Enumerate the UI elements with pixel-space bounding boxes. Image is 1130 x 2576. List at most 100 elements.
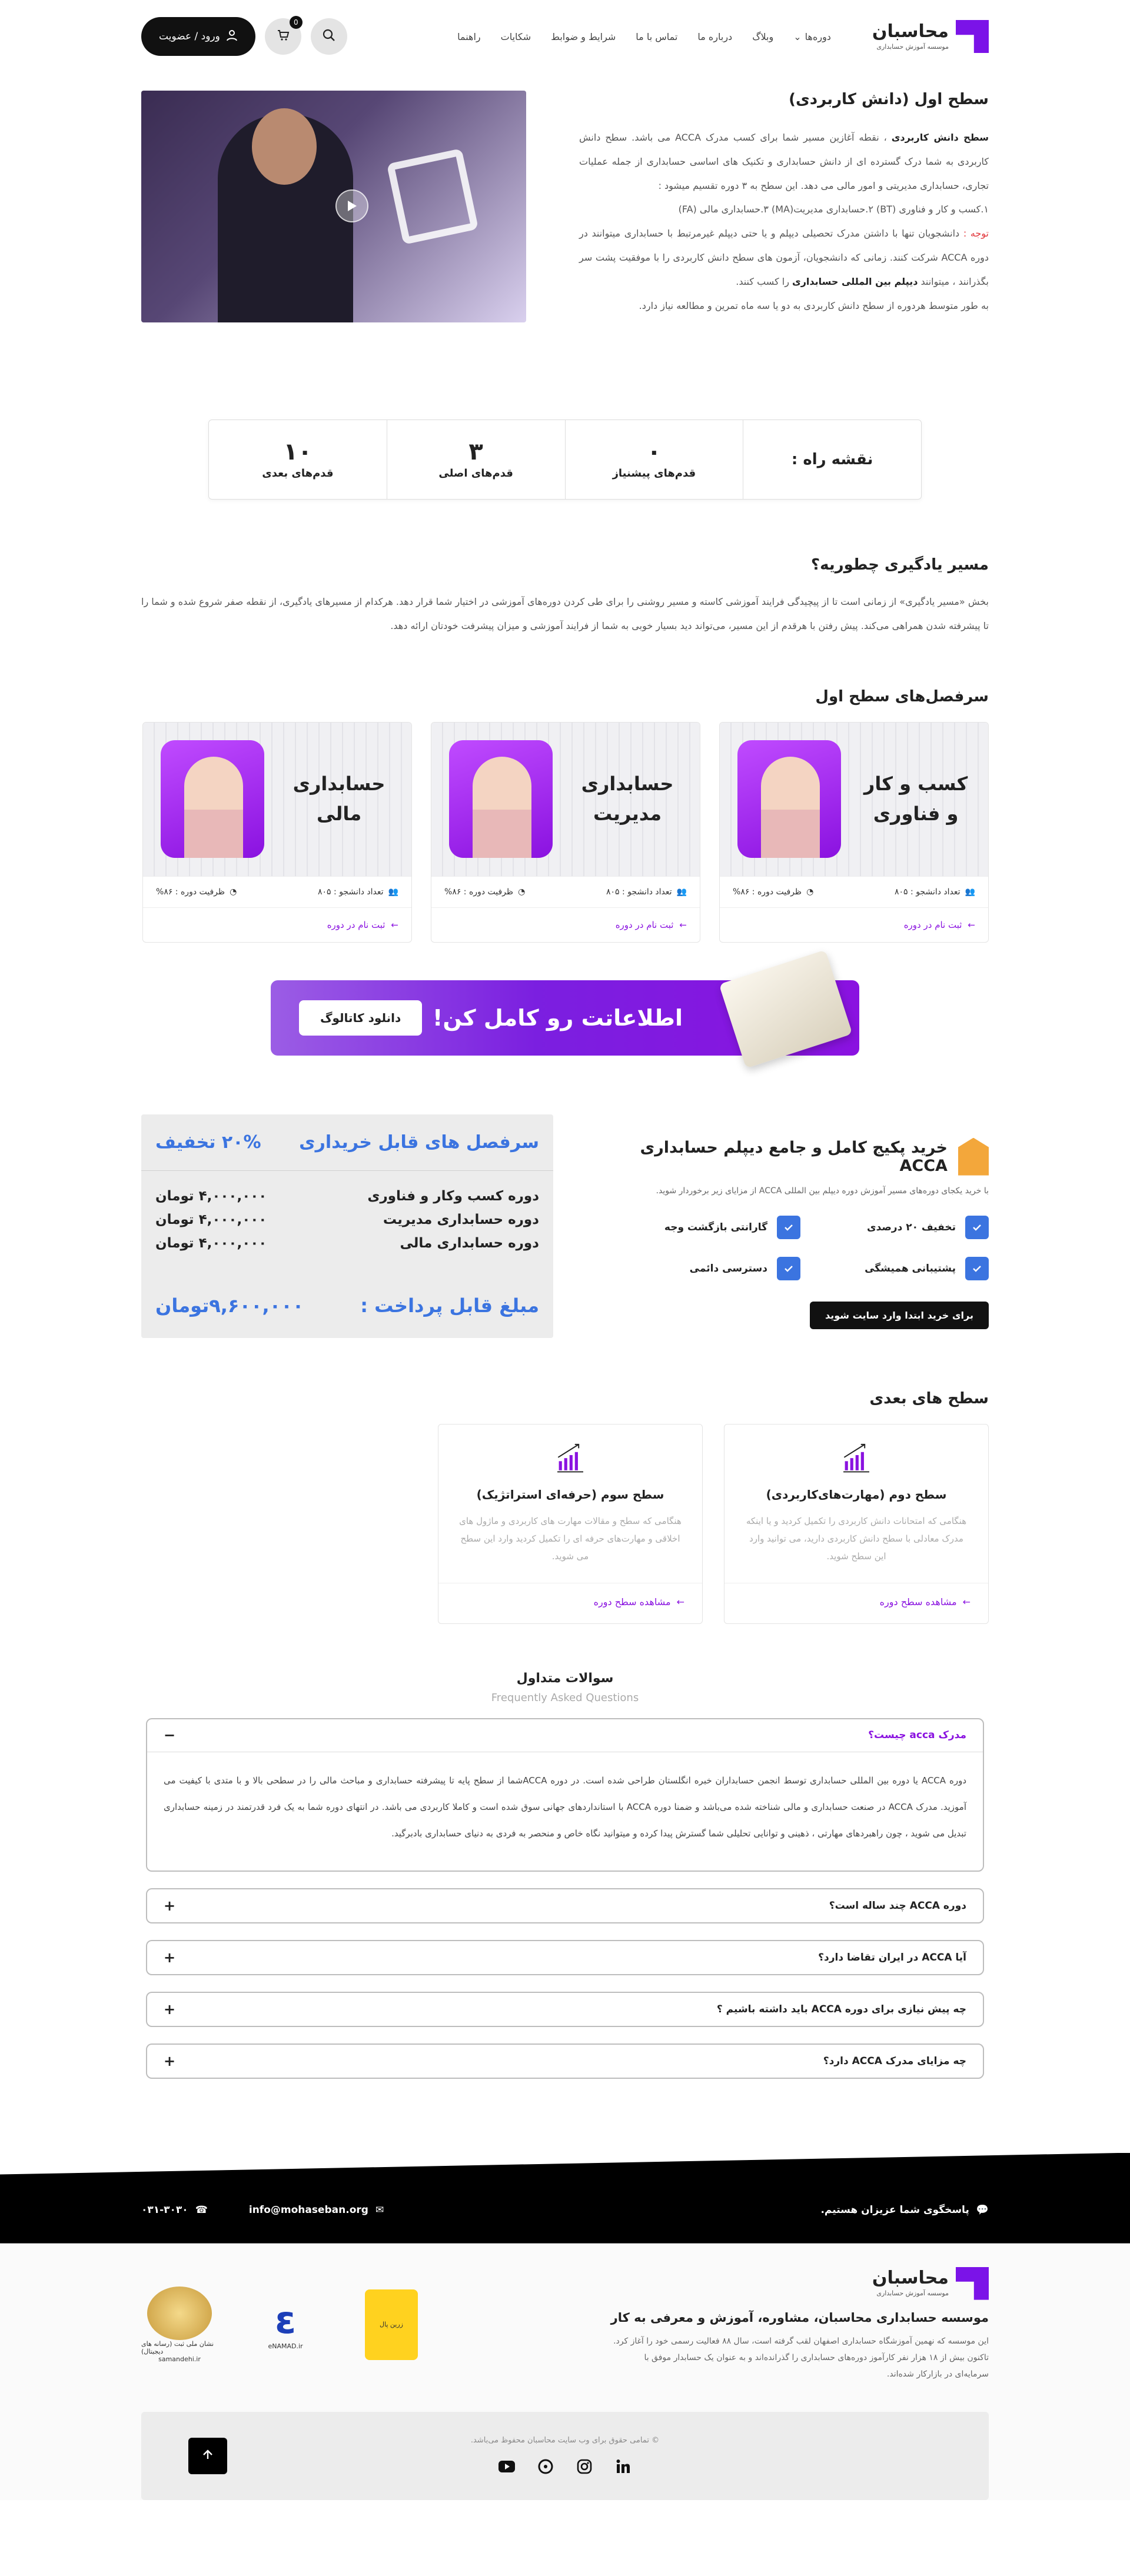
enamad-badge[interactable]: ε eNAMAD.ir	[247, 2287, 324, 2363]
roadmap-step-count: ۱۰	[283, 438, 313, 465]
price-card-title: سرفصل های قابل خریداری	[299, 1131, 539, 1153]
instructor-photo	[449, 740, 553, 858]
shield-check-icon	[777, 1256, 800, 1280]
course-image: حسابداری مدیریت	[431, 722, 700, 877]
package-feature: دسترسی دائمی	[612, 1256, 800, 1280]
progress-circle-icon: ◔	[518, 887, 526, 897]
logo-title: محاسبان	[872, 21, 949, 42]
logo-subtitle: موسسه آموزش حسابداری	[876, 2289, 949, 2298]
logo-mark-icon	[956, 2267, 989, 2300]
email-link[interactable]: ✉ info@mohaseban.org	[249, 2204, 384, 2216]
nav-terms[interactable]: شرایط و ضوابط	[551, 31, 616, 42]
download-catalog-button[interactable]: دانلود کاتالوگ	[299, 1000, 423, 1036]
buy-package-button[interactable]: برای خرید ابتدا وارد سایت شوید	[810, 1301, 989, 1329]
next-levels-section: سطح های بعدی سطح دوم (مهارت‌های‌کاربردی)…	[141, 1390, 989, 1624]
faq-item: آیا ACCA در ایران تقاضا دارد؟ +	[146, 1939, 984, 1975]
faq-item: دوره ACCA چند ساله است؟ +	[146, 1888, 984, 1923]
shield-check-icon	[965, 1256, 989, 1280]
learning-path-title: مسیر یادگیری چطوریه؟	[811, 556, 989, 574]
login-button[interactable]: ورود / عضویت	[141, 17, 255, 56]
roadmap-step-count: ۰	[647, 438, 662, 465]
faq-item: چه پیش نیازی برای دوره ACCA باید داشته ب…	[146, 1991, 984, 2027]
nav-help[interactable]: راهنما	[457, 31, 481, 42]
roadmap-step-label: قدم‌های پیشنیاز	[612, 467, 696, 480]
course-register-link[interactable]: ← ثبت نام در دوره	[143, 908, 411, 942]
play-icon[interactable]	[335, 189, 368, 222]
course-name: حسابداری مدیریت	[581, 772, 674, 826]
email-icon: ✉	[375, 2204, 384, 2216]
growth-chart-icon	[557, 1443, 583, 1472]
back-to-top-button[interactable]	[188, 2437, 227, 2474]
footer-logo[interactable]: محاسبان موسسه آموزش حسابداری	[611, 2267, 989, 2300]
search-icon	[323, 29, 335, 44]
shield-check-icon	[965, 1215, 989, 1239]
price-tag-icon	[958, 1137, 989, 1176]
footer-about-text: این موسسه که نهمین آموزشگاه حسابداری اصف…	[613, 2336, 989, 2379]
site-logo[interactable]: محاسبان موسسه آموزش حسابداری	[872, 20, 989, 53]
course-capacity: ◔ ظرفیت دوره : ۸۶%	[444, 887, 526, 897]
course-register-link[interactable]: ← ثبت نام در دوره	[720, 908, 988, 942]
phone-link[interactable]: ☎ ۰۳۱-۳۰۳۰	[141, 2204, 208, 2216]
course-students: 👥 تعداد دانشجو : ۸۰۵	[606, 887, 687, 897]
course-card[interactable]: حسابداری مدیریت 👥 تعداد دانشجو : ۸۰۵ ◔ ظرف…	[431, 721, 700, 943]
level-card-desc: هنگامی که امتحانات دانش کاربردی را تکمیل…	[746, 1515, 967, 1562]
logo-title: محاسبان	[872, 2268, 949, 2289]
roadmap-title-cell: نقشه راه :	[743, 420, 921, 499]
support-message: 💬 پاسخگوی شما عزیزان هستیم.	[820, 2204, 989, 2216]
course-card[interactable]: کسب و کار و فناوری 👥 تعداد دانشجو : ۸۰۵ ◔…	[719, 721, 989, 943]
course-students: 👥 تعداد دانشجو : ۸۰۵	[895, 887, 975, 897]
arrow-left-icon: ←	[962, 1596, 971, 1607]
zarinpal-logo-icon: زرین پال	[365, 2289, 418, 2360]
nav-contact[interactable]: تماس با ما	[636, 31, 677, 42]
price-card: سرفصل های قابل خریداری ۲۰% تخفیف دوره کس…	[141, 1114, 553, 1338]
arrow-left-icon: ←	[676, 1596, 684, 1607]
faq-question[interactable]: آیا ACCA در ایران تقاضا دارد؟ +	[147, 1941, 983, 1974]
aparat-icon[interactable]	[537, 2458, 554, 2475]
faq-subtitle: Frequently Asked Questions	[491, 1691, 639, 1704]
roadmap-step-count: ۳	[468, 438, 483, 465]
package-feature: تخفیف ۲۰ درصدی	[800, 1215, 989, 1239]
discount-label: ۲۰% تخفیف	[155, 1131, 261, 1153]
course-register-link[interactable]: ← ثبت نام در دوره	[431, 908, 700, 942]
package-subtitle: با خرید یکجای دوره‌های مسیر آموزش دوره د…	[656, 1186, 989, 1196]
level-title: سطح اول (دانش کاربردی)	[789, 91, 989, 108]
roadmap-step: ۰ قدم‌های پیشنیاز	[564, 420, 743, 499]
faq-item: چه مزایای مدرک ACCA دارد؟ +	[146, 2043, 984, 2079]
cart-button[interactable]: 0	[264, 16, 303, 55]
samandehi-logo-icon	[147, 2286, 212, 2340]
faq-question[interactable]: مدرک acca چیست؟ −	[147, 1719, 983, 1752]
linkedin-icon[interactable]	[614, 2458, 632, 2475]
course-capacity: ◔ ظرفیت دوره : ۸۶%	[733, 887, 814, 897]
zarinpal-badge[interactable]: زرین پال	[353, 2287, 430, 2363]
faq-section: سوالات متداول Frequently Asked Questions…	[141, 1671, 989, 2079]
faq-question[interactable]: دوره ACCA چند ساله است؟ +	[147, 1889, 983, 1922]
level-card[interactable]: سطح سوم (حرفه‌ای استراتژیک) هنگامی که سط…	[438, 1423, 703, 1624]
plus-icon: +	[164, 2001, 176, 2018]
intro-video[interactable]	[141, 91, 526, 322]
video-presenter-image	[218, 108, 353, 322]
cart-count-badge: 0	[289, 16, 303, 29]
course-card[interactable]: حسابداری مالی 👥 تعداد دانشجو : ۸۰۵ ◔ ظرفیت…	[142, 721, 412, 943]
search-button[interactable]	[310, 18, 347, 55]
phone-icon: ☎	[195, 2204, 208, 2216]
course-capacity: ◔ ظرفیت دوره : ۸۶%	[156, 887, 237, 897]
plus-icon: +	[164, 1897, 176, 1914]
nav-courses[interactable]: دوره‌ها ⌄	[793, 31, 831, 42]
total-label: مبلغ قابل پرداخت :	[360, 1294, 539, 1317]
instagram-icon[interactable]	[576, 2458, 593, 2475]
instructor-photo	[161, 740, 265, 858]
package-title: خرید پکیج کامل و جامع دیپلم حسابداری ACC…	[612, 1137, 989, 1176]
view-level-link[interactable]: ← مشاهده سطح دوره	[438, 1583, 702, 1620]
level-description: سطح دانش کاربردی ، نقطه آغازین مسیر شما …	[579, 132, 989, 311]
level-card[interactable]: سطح دوم (مهارت‌های‌کاربردی) هنگامی که ام…	[724, 1423, 989, 1624]
nav-blog[interactable]: وبلاگ	[752, 31, 773, 42]
youtube-icon[interactable]	[498, 2458, 516, 2475]
book-icon	[719, 949, 853, 1069]
nav-complaints[interactable]: شکایات	[501, 31, 531, 42]
view-level-link[interactable]: ← مشاهده سطح دوره	[724, 1583, 988, 1620]
faq-question[interactable]: چه پیش نیازی برای دوره ACCA باید داشته ب…	[147, 1993, 983, 2026]
roadmap-step: ۳ قدم‌های اصلی	[386, 420, 565, 499]
faq-question[interactable]: چه مزایای مدرک ACCA دارد؟ +	[147, 2045, 983, 2078]
nav-about[interactable]: درباره ما	[697, 31, 732, 42]
samandehi-badge[interactable]: نشان ملی ثبت (رسانه های دیجیتال) samande…	[141, 2286, 218, 2363]
